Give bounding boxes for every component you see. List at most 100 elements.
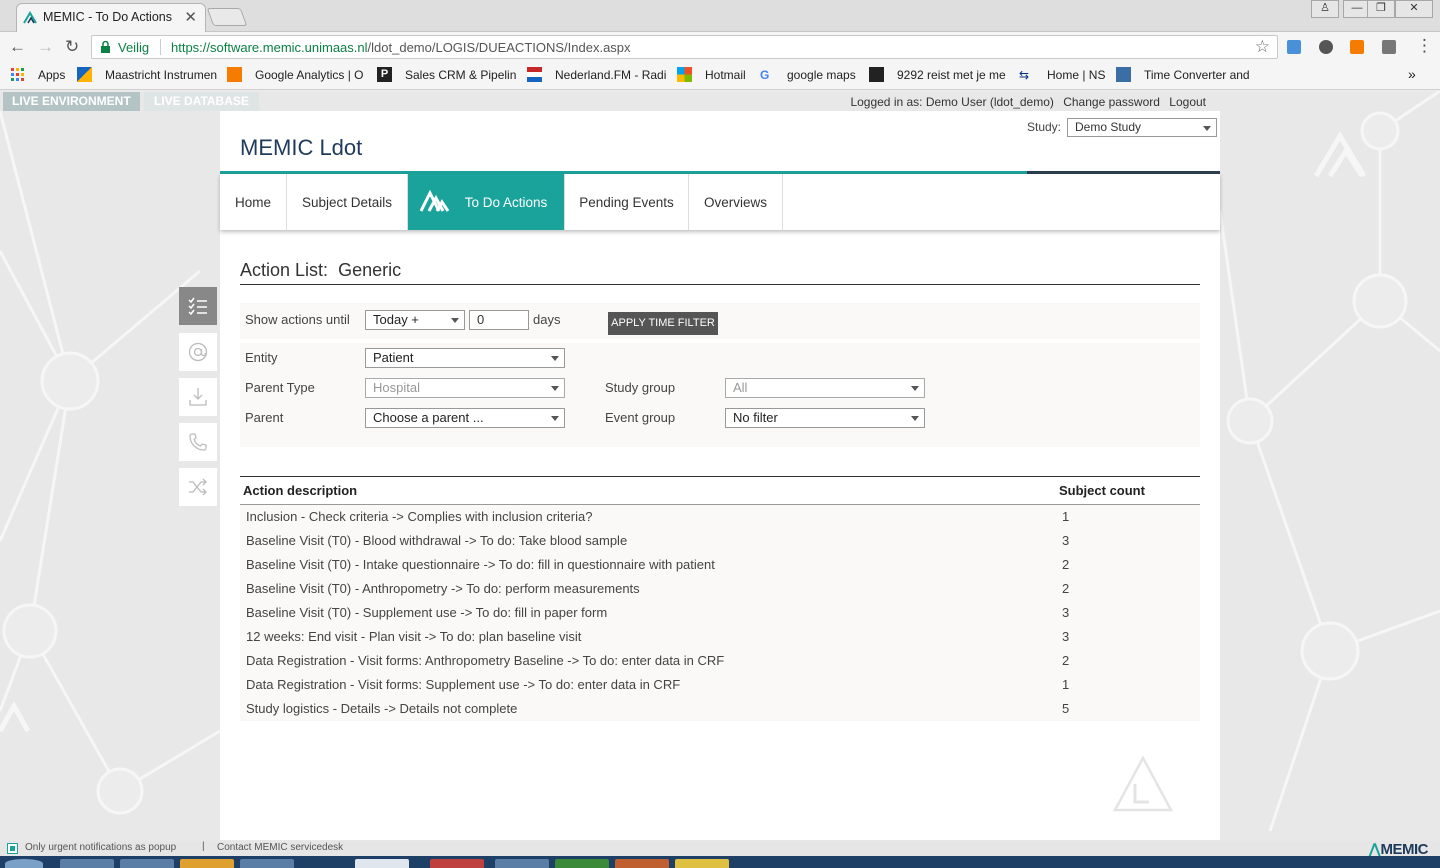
omnibox[interactable]: Veilig https://software.memic.unimaas.nl… [91, 35, 1278, 59]
column-header-description[interactable]: Action description [243, 483, 357, 498]
extension-analytics-icon[interactable] [1350, 40, 1364, 54]
bookmark-nederland-fm[interactable]: Nederland.FM - Radi [555, 68, 666, 82]
bookmark-hotmail[interactable]: Hotmail [705, 68, 746, 82]
bookmark-time-converter[interactable]: Time Converter and [1144, 68, 1250, 82]
parent-select[interactable]: Choose a parent ... [365, 408, 565, 428]
table-row[interactable]: 12 weeks: End visit - Plan visit -> To d… [240, 625, 1200, 649]
taskbar-item[interactable] [120, 859, 174, 868]
study-group-select[interactable]: All [725, 378, 925, 398]
table-row[interactable]: Baseline Visit (T0) - Intake questionnai… [240, 553, 1200, 577]
taskbar-item[interactable] [615, 859, 669, 868]
browser-tab[interactable]: MEMIC - To Do Actions ✕ [16, 3, 206, 32]
bookmark-9292[interactable]: 9292 reist met je me [897, 68, 1006, 82]
taskbar-item[interactable] [180, 859, 234, 868]
table-row[interactable]: Data Registration - Visit forms: Supplem… [240, 673, 1200, 697]
taskbar-item[interactable] [355, 859, 409, 868]
until-select[interactable]: Today + [365, 310, 465, 330]
action-description[interactable]: Study logistics - Details -> Details not… [246, 701, 517, 716]
side-email-button[interactable] [179, 333, 217, 371]
parent-type-select[interactable]: Hospital [365, 378, 565, 398]
column-header-count[interactable]: Subject count [1059, 483, 1145, 498]
nav-overviews[interactable]: Overviews [689, 174, 783, 230]
action-description[interactable]: Inclusion - Check criteria -> Complies w… [246, 509, 592, 524]
bookmark-google-analytics[interactable]: Google Analytics | O [255, 68, 364, 82]
back-icon[interactable]: ← [9, 37, 26, 57]
table-row[interactable]: Baseline Visit (T0) - Anthropometry -> T… [240, 577, 1200, 601]
bookmarks-bar: Apps Maastricht Instrumen Google Analyti… [0, 62, 1440, 90]
popup-checkbox[interactable] [7, 843, 18, 854]
status-bar: Only urgent notifications as popup | Con… [0, 841, 1440, 858]
action-description[interactable]: Data Registration - Visit forms: Anthrop… [246, 653, 724, 668]
memic-favicon-icon [23, 11, 37, 24]
taskbar-item[interactable] [555, 859, 609, 868]
os-taskbar [0, 856, 1440, 868]
bookmark-star-icon[interactable]: ☆ [1255, 37, 1270, 57]
browser-tabbar: MEMIC - To Do Actions ✕ ♙ — ❐ ✕ [0, 0, 1440, 32]
url-path: /ldot_demo/LOGIS/DUEACTIONS/Index.aspx [367, 40, 631, 55]
address-bar-row: ← → ↻ Veilig https://software.memic.unim… [0, 32, 1440, 62]
bookmark-sales-crm[interactable]: Sales CRM & Pipelin [405, 68, 516, 82]
nav-home[interactable]: Home [220, 174, 287, 230]
action-description[interactable]: Baseline Visit (T0) - Supplement use -> … [246, 605, 607, 620]
change-password-link[interactable]: Change password [1063, 95, 1160, 109]
menu-kebab-icon[interactable]: ⋮ [1416, 36, 1433, 56]
bookmark-ns[interactable]: Home | NS [1047, 68, 1105, 82]
until-select-value: Today + [373, 312, 419, 327]
nav-subject-details[interactable]: Subject Details [287, 174, 408, 230]
study-select[interactable]: Demo Study [1067, 118, 1217, 137]
chevron-down-icon [551, 356, 559, 361]
table-row[interactable]: Inclusion - Check criteria -> Complies w… [240, 505, 1200, 529]
nav-pending-events[interactable]: Pending Events [565, 174, 689, 230]
start-button[interactable] [5, 859, 43, 868]
taskbar-item[interactable] [60, 859, 114, 868]
table-row[interactable]: Baseline Visit (T0) - Supplement use -> … [240, 601, 1200, 625]
entity-select-value: Patient [373, 350, 414, 365]
side-shuffle-button[interactable] [179, 468, 217, 506]
action-description[interactable]: Baseline Visit (T0) - Anthropometry -> T… [246, 581, 640, 596]
tab-close-icon[interactable]: ✕ [184, 8, 197, 26]
extension-cast-icon[interactable] [1287, 40, 1301, 54]
reload-icon[interactable]: ↻ [65, 37, 79, 57]
action-description[interactable]: Baseline Visit (T0) - Blood withdrawal -… [246, 533, 627, 548]
side-phone-button[interactable] [179, 423, 217, 461]
url-text[interactable]: https://software.memic.unimaas.nl/ldot_d… [171, 40, 631, 55]
table-row[interactable]: Study logistics - Details -> Details not… [240, 697, 1200, 721]
action-description[interactable]: Data Registration - Visit forms: Supplem… [246, 677, 680, 692]
bookmark-apps[interactable]: Apps [38, 68, 65, 82]
taskbar-item[interactable] [495, 859, 549, 868]
taskbar-item[interactable] [240, 859, 294, 868]
forward-icon[interactable]: → [37, 37, 54, 57]
bookmark-google-maps[interactable]: google maps [787, 68, 856, 82]
taskbar-item[interactable] [675, 859, 729, 868]
days-input[interactable]: 0 [469, 310, 529, 330]
logout-link[interactable]: Logout [1169, 95, 1206, 109]
event-group-select[interactable]: No filter [725, 408, 925, 428]
subject-count: 3 [1062, 629, 1070, 644]
table-row[interactable]: Baseline Visit (T0) - Blood withdrawal -… [240, 529, 1200, 553]
servicedesk-link[interactable]: Contact MEMIC servicedesk [217, 842, 343, 853]
side-download-button[interactable] [179, 378, 217, 416]
action-description[interactable]: Baseline Visit (T0) - Intake questionnai… [246, 557, 715, 572]
close-window-button[interactable]: ✕ [1395, 0, 1433, 18]
apply-time-filter-button[interactable]: APPLY TIME FILTER [608, 312, 718, 335]
apps-grid-icon[interactable] [11, 68, 25, 82]
subject-count: 2 [1062, 653, 1070, 668]
entity-select[interactable]: Patient [365, 348, 565, 368]
taskbar-item[interactable] [430, 859, 484, 868]
bookmark-maastricht[interactable]: Maastricht Instrumen [105, 68, 217, 82]
profile-button[interactable]: ♙ [1311, 0, 1339, 18]
table-row[interactable]: Data Registration - Visit forms: Anthrop… [240, 649, 1200, 673]
tab-title: MEMIC - To Do Actions [43, 10, 172, 24]
nav-to-do-actions[interactable]: To Do Actions [408, 174, 565, 230]
chevron-down-icon [551, 416, 559, 421]
bookmarks-more-icon[interactable]: » [1408, 66, 1416, 82]
9292-bookmark-icon [869, 67, 884, 82]
subject-count: 2 [1062, 557, 1070, 572]
action-description[interactable]: 12 weeks: End visit - Plan visit -> To d… [246, 629, 581, 644]
study-label: Study: [1027, 120, 1062, 134]
extension-evernote-icon[interactable] [1319, 40, 1333, 54]
side-checklist-button[interactable] [179, 287, 217, 325]
new-tab-button[interactable] [206, 8, 248, 26]
restore-button[interactable]: ❐ [1367, 0, 1395, 18]
extension-notes-icon[interactable] [1382, 40, 1396, 54]
